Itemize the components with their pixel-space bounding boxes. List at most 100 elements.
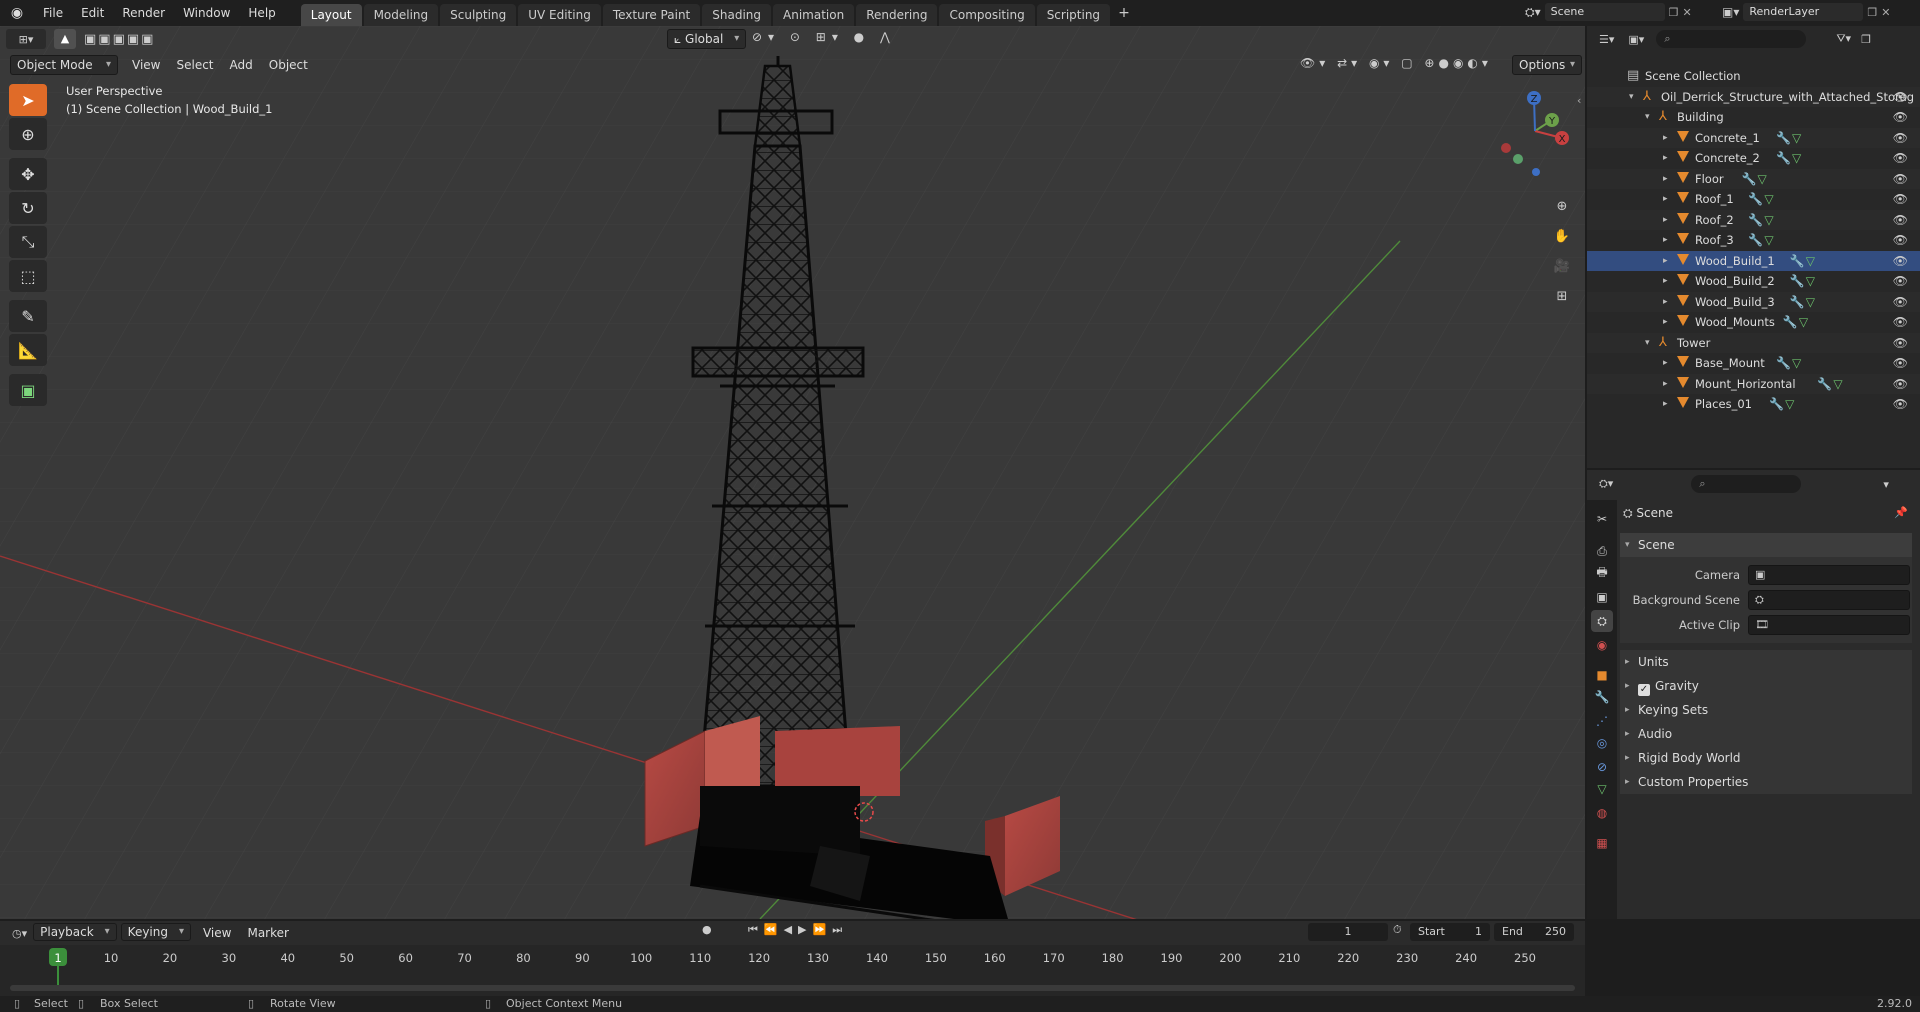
visibility-eye-icon[interactable]: 👁 <box>1893 107 1908 127</box>
preview-range-icon[interactable]: ⏱ <box>1393 923 1402 937</box>
new-layer-icon[interactable]: ❐ <box>1867 6 1877 19</box>
menu-window[interactable]: Window <box>174 0 239 26</box>
select-box-icon[interactable]: ▲ <box>54 29 76 49</box>
playback-controls[interactable]: ⏮⏪◀▶⏩⏭ <box>748 923 848 937</box>
delete-layer-icon[interactable]: ✕ <box>1881 6 1890 19</box>
visibility-eye-icon[interactable]: 👁 <box>1893 210 1908 230</box>
collapse-arrow-icon[interactable]: ▾ <box>1629 87 1634 107</box>
timeline-menu-marker[interactable]: Marker <box>239 923 296 943</box>
mesh-data-icon[interactable]: ▽ <box>1764 230 1773 250</box>
expand-arrow-icon[interactable]: ▸ <box>1663 394 1668 414</box>
mesh-data-tab-icon[interactable]: ▽ <box>1591 778 1613 800</box>
grid-view-icon[interactable]: ⊞ <box>1550 284 1574 308</box>
mesh-data-icon[interactable]: ▽ <box>1764 189 1773 209</box>
outliner-item[interactable]: ▸ Wood_Build_3 🔧 ▽ 👁 <box>1587 291 1920 312</box>
panel-rigid-body-world[interactable]: ▸ Rigid Body World <box>1620 746 1912 770</box>
property-field[interactable]: ⛭ <box>1748 590 1910 610</box>
view-layer-icon[interactable]: ▣▾ <box>1722 5 1739 19</box>
mesh-data-icon[interactable]: ▽ <box>1806 251 1815 271</box>
outliner-item[interactable]: ▸ Base_Mount 🔧 ▽ 👁 <box>1587 353 1920 373</box>
filter-icon[interactable]: ⛛▾ <box>1836 32 1851 46</box>
viewport-canvas[interactable] <box>0 26 1585 919</box>
material-tab-icon[interactable]: ◍ <box>1591 802 1613 824</box>
texture-tab-icon[interactable]: ▦ <box>1591 832 1613 854</box>
pin-icon[interactable]: 📌 <box>1894 506 1908 519</box>
blender-logo-icon[interactable]: ◉ <box>0 5 34 21</box>
modifier-wrench-icon[interactable]: 🔧 <box>1776 128 1791 148</box>
modifier-wrench-icon[interactable]: 🔧 <box>1748 210 1763 230</box>
visibility-eye-icon[interactable]: 👁 <box>1893 87 1908 107</box>
property-field[interactable]: 🎞 <box>1748 615 1910 635</box>
expand-arrow-icon[interactable]: ▸ <box>1663 353 1668 373</box>
expand-arrow-icon[interactable]: ▸ <box>1663 374 1668 394</box>
expand-arrow-icon[interactable]: ▸ <box>1663 292 1668 312</box>
scene-name-field[interactable]: Scene <box>1544 3 1665 21</box>
modifier-wrench-icon[interactable]: 🔧 <box>1748 230 1763 250</box>
render-tab-icon[interactable]: ⎙ <box>1591 540 1613 562</box>
camera-view-icon[interactable]: 🎥 <box>1550 254 1574 278</box>
auto-keying-icon[interactable]: ● <box>702 923 712 936</box>
modifier-tab-icon[interactable]: 🔧 <box>1591 686 1613 708</box>
workspace-tab-scripting[interactable]: Scripting <box>1036 4 1111 26</box>
timeline-menu-view[interactable]: View <box>195 923 239 943</box>
physics-tab-icon[interactable]: ◎ <box>1591 732 1613 754</box>
view-layer-tab-icon[interactable]: ▣ <box>1591 586 1613 608</box>
render-layer-field[interactable]: RenderLayer <box>1743 3 1864 21</box>
scene-section-header[interactable]: ▾ Scene <box>1620 533 1912 557</box>
mesh-data-icon[interactable]: ▽ <box>1792 128 1801 148</box>
modifier-wrench-icon[interactable]: 🔧 <box>1769 394 1784 414</box>
expand-arrow-icon[interactable]: ▸ <box>1663 251 1668 271</box>
object-tab-icon[interactable]: ■ <box>1591 664 1613 686</box>
expand-arrow-icon[interactable]: ▸ <box>1663 312 1668 332</box>
modifier-wrench-icon[interactable]: 🔧 <box>1748 189 1763 209</box>
menu-edit[interactable]: Edit <box>72 0 113 26</box>
mesh-data-icon[interactable]: ▽ <box>1799 312 1808 332</box>
3d-viewport[interactable]: ⊞▾ ▲ ▣▣▣▣▣ ⟀ Global ⊘▾ ⊙ ⊞▾ ● ⋀ Object M… <box>0 26 1585 919</box>
new-collection-icon[interactable]: ❐ <box>1861 33 1871 46</box>
panel-custom-properties[interactable]: ▸ Custom Properties <box>1620 770 1912 794</box>
viewport-menu-add[interactable]: Add <box>222 55 261 75</box>
viewport-menu-select[interactable]: Select <box>168 55 221 75</box>
gravity-checkbox[interactable]: ✓ <box>1638 684 1650 696</box>
workspace-tab-uv-editing[interactable]: UV Editing <box>518 4 601 26</box>
particles-tab-icon[interactable]: ⋰ <box>1591 710 1613 732</box>
pan-hand-icon[interactable]: ✋ <box>1550 224 1574 248</box>
add-cube-tool-button[interactable]: ▣ <box>9 374 47 406</box>
visibility-eye-icon[interactable]: 👁 <box>1893 271 1908 291</box>
workspace-tab-compositing[interactable]: Compositing <box>939 4 1035 26</box>
outliner-item[interactable]: ▸ Wood_Mounts 🔧 ▽ 👁 <box>1587 312 1920 332</box>
mesh-data-icon[interactable]: ▽ <box>1758 169 1767 189</box>
workspace-tab-layout[interactable]: Layout <box>300 4 362 26</box>
zoom-icon[interactable]: ⊕ <box>1550 194 1574 218</box>
visibility-eye-icon[interactable]: 👁 <box>1893 292 1908 312</box>
expand-arrow-icon[interactable]: ▸ <box>1663 169 1668 189</box>
expand-arrow-icon[interactable]: ▸ <box>1663 189 1668 209</box>
visibility-eye-icon[interactable]: 👁 <box>1893 374 1908 394</box>
options-dropdown[interactable]: Options <box>1512 55 1582 75</box>
mesh-data-icon[interactable]: ▽ <box>1792 148 1801 168</box>
viewport-menu-object[interactable]: Object <box>261 55 316 75</box>
mesh-data-icon[interactable]: ▽ <box>1764 210 1773 230</box>
timeline-scrollbar[interactable] <box>10 985 1575 991</box>
scale-tool-button[interactable]: ⤡ <box>9 226 47 258</box>
panel-units[interactable]: ▸ Units <box>1620 650 1912 674</box>
new-scene-icon[interactable]: ❐ <box>1669 6 1679 19</box>
expand-arrow-icon[interactable]: ▸ <box>1663 210 1668 230</box>
snapping-icons[interactable]: ⊘▾ ⊙ ⊞▾ ● ⋀ <box>752 30 896 44</box>
start-frame-field[interactable]: Start 1 <box>1410 923 1490 941</box>
collapse-arrow-icon[interactable]: ▾ <box>1645 333 1650 353</box>
visibility-eye-icon[interactable]: 👁 <box>1893 353 1908 373</box>
visibility-eye-icon[interactable]: 👁 <box>1893 169 1908 189</box>
modifier-wrench-icon[interactable]: 🔧 <box>1783 312 1798 332</box>
world-tab-icon[interactable]: ◉ <box>1591 634 1613 656</box>
outliner-collection[interactable]: ▾ ⅄ Building 👁 <box>1587 107 1920 127</box>
sidebar-toggle-icon[interactable]: ‹ <box>1577 94 1581 107</box>
rotate-tool-button[interactable]: ↻ <box>9 192 47 224</box>
modifier-wrench-icon[interactable]: 🔧 <box>1790 271 1805 291</box>
outliner-collection[interactable]: ▤ Scene Collection <box>1587 66 1920 86</box>
visibility-eye-icon[interactable]: 👁 <box>1893 251 1908 271</box>
measure-tool-button[interactable]: 📐 <box>9 334 47 366</box>
property-field[interactable]: ▣ <box>1748 565 1910 585</box>
annotate-tool-button[interactable]: ✎ <box>9 300 47 332</box>
properties-search-input[interactable]: ⌕ <box>1691 475 1802 493</box>
